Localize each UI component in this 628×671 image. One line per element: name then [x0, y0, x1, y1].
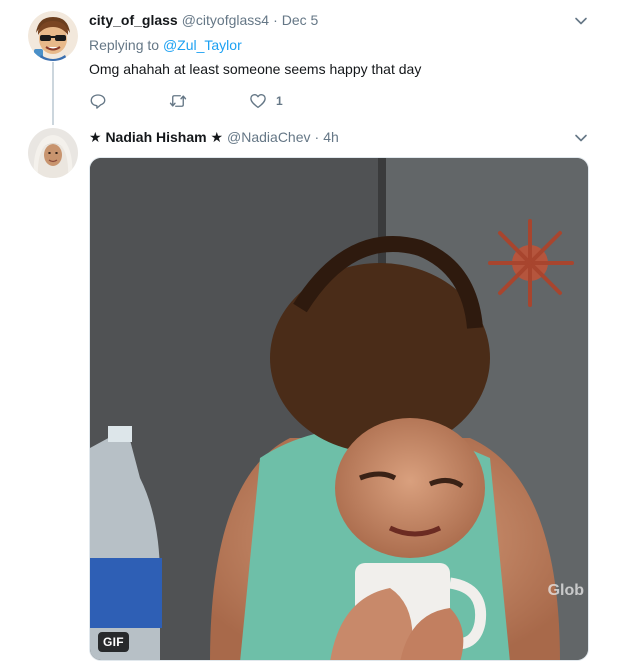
tweet-city-of-glass[interactable]: city_of_glass @cityofglass4 · Dec 5 Repl…: [0, 0, 628, 122]
gif-badge: GIF: [98, 632, 129, 652]
tweet-actions: 1: [89, 92, 349, 110]
timestamp[interactable]: 4h: [323, 129, 339, 145]
replying-prefix: Replying to: [89, 37, 160, 53]
display-name[interactable]: city_of_glass: [89, 12, 178, 28]
hijab-avatar-icon: [28, 128, 78, 178]
like-count: 1: [276, 94, 283, 108]
timestamp[interactable]: Dec 5: [282, 12, 319, 28]
reply-button[interactable]: [89, 92, 107, 110]
gif-media[interactable]: Glob GIF: [89, 157, 589, 661]
display-name[interactable]: ★ Nadiah Hisham ★: [89, 129, 223, 146]
reply-icon: [90, 94, 106, 109]
separator-dot: ·: [273, 12, 278, 28]
gif-watermark: Glob: [547, 582, 584, 599]
like-button[interactable]: 1: [249, 92, 283, 110]
chevron-down-icon[interactable]: [574, 14, 588, 28]
replying-to-mention[interactable]: @Zul_Taylor: [163, 37, 242, 53]
chevron-down-icon[interactable]: [574, 131, 588, 145]
tweet-header: city_of_glass @cityofglass4 · Dec 5: [89, 12, 318, 28]
tweet-header: ★ Nadiah Hisham ★ @NadiaChev · 4h: [89, 129, 339, 146]
user-handle[interactable]: @cityofglass4: [182, 12, 269, 28]
cartoon-avatar-icon: [28, 11, 78, 61]
avatar[interactable]: [28, 11, 78, 61]
separator-dot: ·: [314, 129, 320, 145]
replying-to-line: Replying to @Zul_Taylor: [89, 37, 242, 53]
retweet-icon: [169, 95, 187, 107]
user-handle[interactable]: @NadiaChev: [227, 129, 310, 145]
tweet-text: Omg ahahah at least someone seems happy …: [89, 61, 422, 77]
gif-image-laughing-woman: [90, 158, 588, 660]
heart-icon: [250, 94, 266, 109]
tweet-nadiah-hisham[interactable]: ★ Nadiah Hisham ★ @NadiaChev · 4h Glob G…: [0, 122, 628, 671]
retweet-button[interactable]: [169, 92, 187, 110]
avatar[interactable]: [28, 128, 78, 178]
